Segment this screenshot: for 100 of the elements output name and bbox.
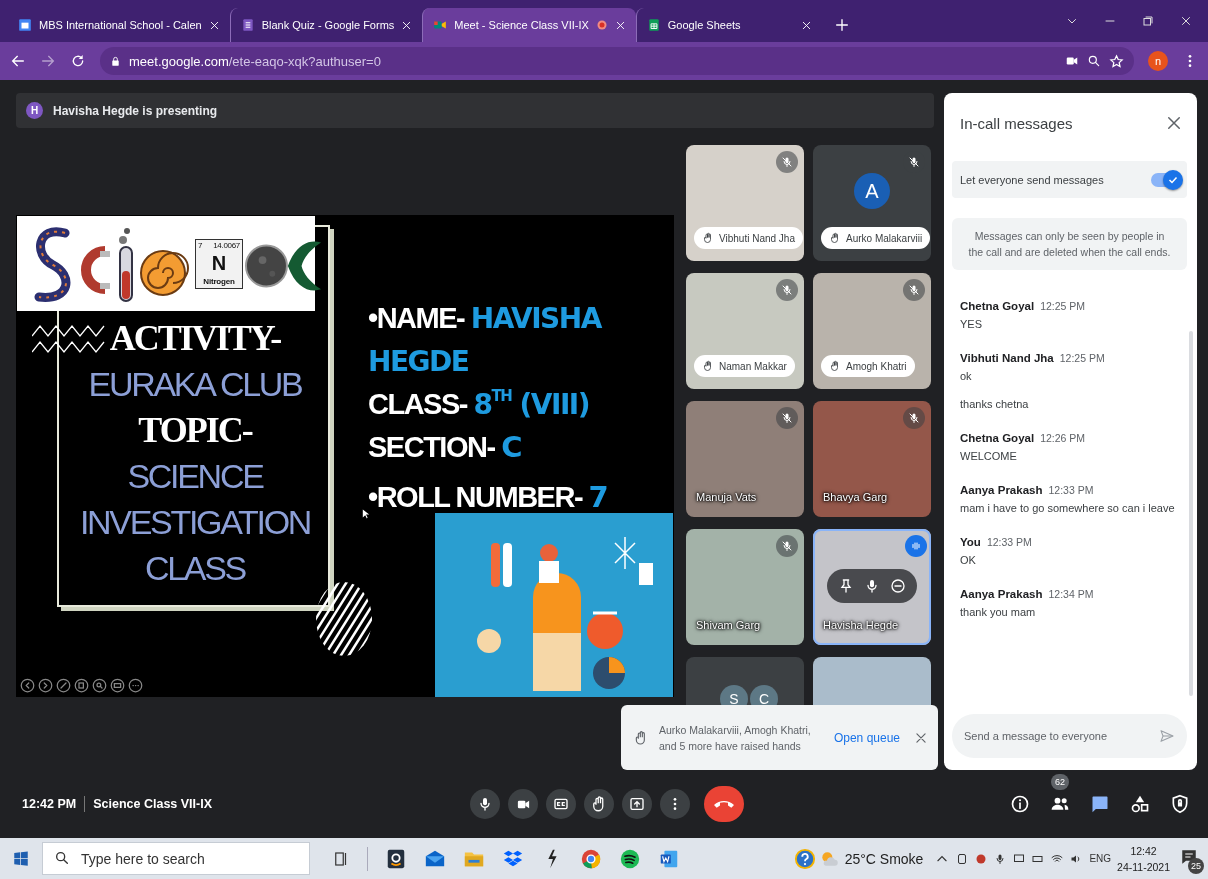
- raised-hand-icon: [829, 232, 841, 244]
- participant-name: Naman Makkar: [694, 355, 795, 377]
- detail-line: •ROLL NUMBER- 7: [368, 479, 609, 516]
- weather-text[interactable]: 25°C Smoke: [844, 850, 924, 867]
- close-icon[interactable]: [401, 19, 413, 31]
- close-icon[interactable]: [1180, 15, 1192, 27]
- meeting-name: Science Class VII-IX: [93, 797, 212, 811]
- reload-icon[interactable]: [70, 53, 86, 69]
- atomic-number: 7: [198, 241, 203, 250]
- scrollbar[interactable]: [1189, 331, 1193, 696]
- message-input[interactable]: Send a message to everyone: [952, 714, 1187, 758]
- participant-tile[interactable]: A Aurko Malakarviii: [813, 145, 931, 261]
- element-name: Nitrogen: [202, 277, 236, 286]
- zoom-icon[interactable]: [1087, 54, 1101, 68]
- browser-tab[interactable]: MBS International School - Calen: [8, 8, 230, 42]
- participant-name: Bhavya Garg: [823, 491, 888, 503]
- participant-video[interactable]: Naman Makkar: [686, 273, 804, 389]
- detail-line: •NAME- HAVISHA HEGDE: [368, 301, 603, 380]
- slide-subtitle: EURAKA CLUB: [88, 364, 302, 405]
- search-icon: [54, 850, 70, 866]
- raise-hand-button[interactable]: [584, 789, 614, 819]
- notification-text: Aurko Malakarviii, Amogh Khatri, and 5 more have raised hands: [659, 722, 812, 754]
- present-icon: [629, 796, 645, 812]
- forward-icon[interactable]: [40, 53, 56, 69]
- participant-video[interactable]: Manuja Vats: [686, 401, 804, 517]
- close-icon[interactable]: [208, 19, 220, 31]
- camera-button[interactable]: [508, 789, 538, 819]
- app-tray-icon[interactable]: [975, 852, 988, 865]
- message-sender: Aanya Prakash 12:33 PM: [960, 484, 1095, 496]
- more-icon[interactable]: [128, 678, 143, 693]
- music-app-icon[interactable]: [619, 847, 641, 870]
- star-icon[interactable]: [1109, 53, 1124, 69]
- panel-title: In-call messages: [960, 114, 1074, 132]
- help-icon[interactable]: [794, 847, 816, 870]
- next-slide-icon[interactable]: [38, 678, 53, 693]
- participant-name: Vibhuti Nand Jha: [694, 227, 803, 249]
- previous-slide-icon[interactable]: [20, 678, 35, 693]
- wifi-icon[interactable]: [1051, 852, 1064, 865]
- presenter-avatar: H: [26, 102, 43, 119]
- participant-tile[interactable]: S C: [686, 657, 804, 705]
- address-bar[interactable]: meet.google.com/ete-eaqo-xqk?authuser=0: [100, 47, 1134, 75]
- mic-icon[interactable]: [864, 578, 880, 594]
- clock[interactable]: 12:42 24-11-2021: [1117, 842, 1170, 875]
- raised-hand-icon: [702, 232, 714, 244]
- copy-icon[interactable]: [74, 678, 89, 693]
- close-icon[interactable]: [800, 19, 812, 31]
- element-symbol: N: [210, 252, 228, 273]
- participant-name: Shivam Garg: [696, 619, 761, 631]
- shield-icon: [1170, 794, 1190, 814]
- meet-tray-icon[interactable]: [956, 852, 969, 865]
- profile-avatar[interactable]: n: [1148, 51, 1168, 71]
- slide-subtitle: SCIENCE INVESTIGATION CLASS: [78, 456, 312, 589]
- mic-icon[interactable]: [994, 852, 1007, 865]
- shapes-icon: [1130, 794, 1150, 814]
- pen-icon[interactable]: [56, 678, 71, 693]
- more-options-button[interactable]: [660, 789, 690, 819]
- participant-video[interactable]: Amogh Khatri: [813, 273, 931, 389]
- message-text: WELCOME: [960, 450, 1018, 462]
- pin-icon[interactable]: [838, 578, 854, 594]
- back-icon[interactable]: [10, 53, 26, 69]
- search-field[interactable]: Type here to search: [42, 842, 310, 875]
- new-tab-icon[interactable]: [833, 17, 850, 33]
- present-button[interactable]: [622, 789, 652, 819]
- captions-button[interactable]: [546, 789, 576, 819]
- remove-icon[interactable]: [890, 578, 906, 594]
- slide-heading: TOPIC-: [138, 409, 252, 452]
- message-sender: Chetna Goyal 12:26 PM: [960, 432, 1087, 444]
- info-icon: [1010, 794, 1030, 814]
- zoom-icon[interactable]: [92, 678, 107, 693]
- browser-icon[interactable]: [580, 847, 602, 870]
- favicon-icon: [240, 18, 255, 32]
- restore-icon[interactable]: [1142, 15, 1154, 27]
- info-note: Messages can only be seen by people in the call and are deleted when the call ends.: [952, 218, 1187, 270]
- display-icon[interactable]: [1013, 852, 1026, 865]
- participant-name: Havisha Hegde: [823, 619, 899, 631]
- avatar-circle: A: [854, 173, 890, 209]
- subtitles-icon[interactable]: [110, 678, 125, 693]
- close-icon[interactable]: [614, 19, 626, 31]
- shopping-app-icon[interactable]: [385, 847, 407, 870]
- favicon-icon: [646, 18, 661, 32]
- participant-video[interactable]: Vibhuti Nand Jha: [686, 145, 804, 261]
- url-text: meet.google.com/ete-eaqo-xqk?authuser=0: [129, 53, 381, 69]
- open-queue-link[interactable]: Open queue: [829, 726, 904, 749]
- message-text: mam i have to go somewhere so can i leave: [960, 502, 1176, 514]
- message-sender: Vibhuti Nand Jha 12:25 PM: [960, 352, 1106, 364]
- close-icon[interactable]: [914, 730, 928, 745]
- participant-video[interactable]: Bhavya Garg: [813, 401, 931, 517]
- favicon-icon: [18, 18, 32, 32]
- slide-heading: ACTIVITY-: [109, 317, 281, 360]
- phone-icon: [714, 799, 734, 809]
- language-indicator[interactable]: ENG: [1089, 853, 1112, 864]
- close-icon[interactable]: [1165, 114, 1183, 132]
- microphone-button[interactable]: [470, 789, 500, 819]
- message-sender: Chetna Goyal 12:25 PM: [960, 300, 1087, 312]
- notification-count: 25: [1188, 857, 1204, 874]
- cursor-icon: [362, 508, 370, 520]
- avatar-circle: S: [720, 685, 748, 705]
- start-button[interactable]: [12, 849, 30, 868]
- end-call-button[interactable]: [704, 786, 744, 822]
- browser-tab[interactable]: Meet - Science Class VII-IX: [422, 8, 636, 42]
